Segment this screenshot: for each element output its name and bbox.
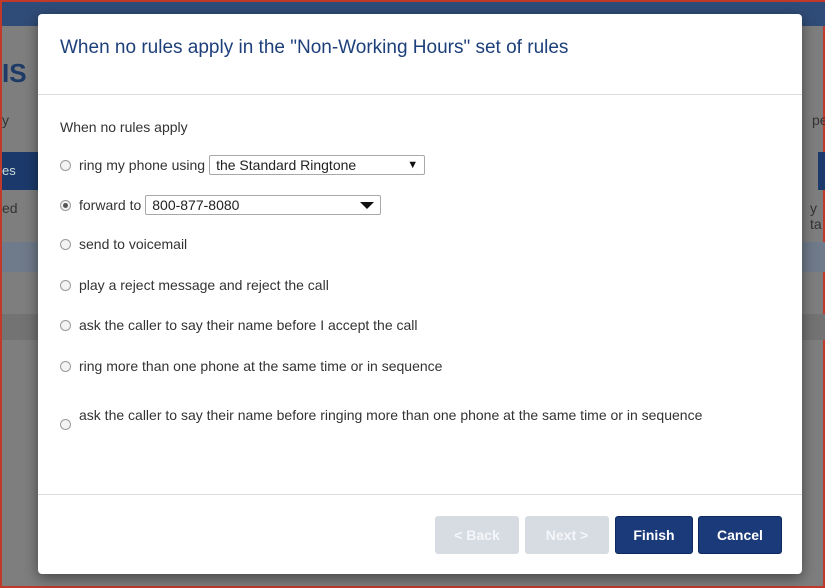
rules-dialog: When no rules apply in the "Non-Working … bbox=[38, 14, 802, 574]
ring-phone-radio[interactable] bbox=[60, 159, 71, 171]
dialog-footer: < Back Next > Finish Cancel bbox=[38, 494, 802, 575]
finish-button[interactable]: Finish bbox=[615, 516, 693, 554]
option-multi-ring[interactable]: ring more than one phone at the same tim… bbox=[60, 358, 442, 374]
dialog-header: When no rules apply in the "Non-Working … bbox=[38, 14, 802, 95]
announce-radio[interactable] bbox=[60, 319, 71, 331]
option-voicemail[interactable]: send to voicemail bbox=[60, 236, 187, 252]
dropdown-arrow-icon bbox=[360, 201, 375, 209]
multi-ring-radio[interactable] bbox=[60, 360, 71, 372]
option-announce-multi[interactable]: ask the caller to say their name before … bbox=[60, 405, 780, 430]
back-button[interactable]: < Back bbox=[435, 516, 519, 554]
multi-ring-label: ring more than one phone at the same tim… bbox=[79, 358, 443, 374]
option-reject[interactable]: play a reject message and reject the cal… bbox=[60, 277, 329, 293]
option-announce[interactable]: ask the caller to say their name before … bbox=[60, 317, 418, 333]
ringtone-select[interactable]: the Standard Ringtone ▼ bbox=[209, 155, 426, 175]
next-button[interactable]: Next > bbox=[525, 516, 609, 554]
cancel-button[interactable]: Cancel bbox=[698, 516, 782, 554]
forward-number-value: 800-877-8080 bbox=[152, 197, 240, 213]
voicemail-label: send to voicemail bbox=[79, 236, 188, 252]
dialog-title: When no rules apply in the "Non-Working … bbox=[60, 37, 569, 58]
background-button bbox=[818, 152, 825, 190]
forward-label: forward to bbox=[79, 197, 142, 213]
background-text: ed bbox=[2, 200, 18, 216]
option-forward[interactable]: forward to 800-877-8080 bbox=[60, 195, 382, 215]
section-label: When no rules apply bbox=[60, 119, 188, 135]
background-text: pe bbox=[812, 112, 825, 128]
background-text: y bbox=[2, 112, 9, 128]
option-ring-phone[interactable]: ring my phone using the Standard Rington… bbox=[60, 155, 426, 175]
reject-radio[interactable] bbox=[60, 279, 71, 291]
background-text: y ta bbox=[810, 200, 822, 232]
dropdown-arrow-icon: ▼ bbox=[407, 159, 419, 171]
announce-label: ask the caller to say their name before … bbox=[79, 317, 418, 333]
forward-number-select[interactable]: 800-877-8080 bbox=[145, 195, 382, 215]
announce-multi-radio[interactable] bbox=[60, 419, 71, 430]
reject-label: play a reject message and reject the cal… bbox=[79, 277, 329, 293]
forward-radio[interactable] bbox=[60, 199, 71, 211]
background-title: IS bbox=[2, 58, 27, 88]
ringtone-select-value: the Standard Ringtone bbox=[216, 157, 357, 173]
dialog-body: When no rules apply ring my phone using … bbox=[38, 95, 802, 495]
voicemail-radio[interactable] bbox=[60, 238, 71, 250]
announce-multi-label: ask the caller to say their name before … bbox=[79, 407, 703, 423]
background-button: es bbox=[2, 152, 38, 190]
ring-phone-label: ring my phone using bbox=[79, 157, 206, 173]
